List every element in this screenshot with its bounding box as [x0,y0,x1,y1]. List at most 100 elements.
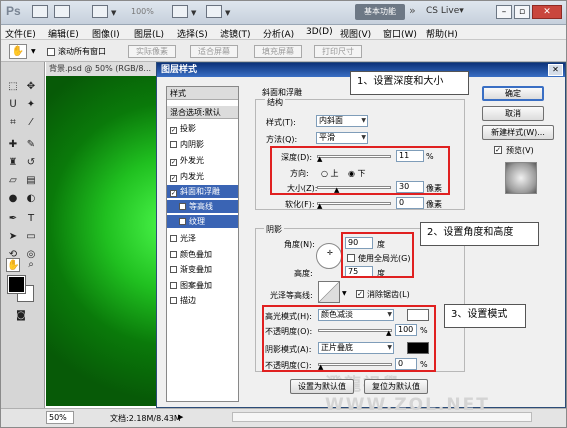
restore-icon[interactable]: ▫ [514,5,530,19]
expand-icon[interactable]: » [409,4,416,17]
soften-label: 软化(F): [285,200,315,209]
chevron-down-icon[interactable]: ▼ [225,9,230,17]
blur-tool-icon[interactable]: ● [6,192,20,206]
menu-help[interactable]: 帮助(H) [426,27,458,40]
styles-header[interactable]: 样式 [167,87,238,100]
style-item-drop-shadow[interactable]: ✓ 投影 [167,122,238,135]
fill-screen-button[interactable]: 填充屏幕 [254,45,302,58]
crop-tool-icon[interactable]: ⌗ [6,116,20,130]
hand-tool-icon[interactable]: ✋ [6,258,20,272]
menu-layer[interactable]: 图层(L) [134,27,164,40]
style-item-gradient-overlay[interactable]: 渐变叠加 [167,263,238,276]
style-item-pattern-overlay[interactable]: 图案叠加 [167,279,238,292]
clone-stamp-icon[interactable]: ♜ [6,156,20,170]
technique-label: 方法(Q): [266,135,298,144]
minibridge-icon[interactable] [54,5,70,18]
menu-file[interactable]: 文件(E) [5,27,36,40]
print-size-button[interactable]: 打印尺寸 [314,45,362,58]
style-preview-thumbnail [505,162,537,194]
callout-modes: 3、设置模式 [444,304,526,328]
reset-default-button[interactable]: 复位为默认值 [364,379,428,394]
minimize-icon[interactable]: – [496,5,512,19]
style-item-inner-shadow[interactable]: 内阴影 [167,138,238,151]
style-item-inner-glow[interactable]: ✓ 内发光 [167,170,238,183]
bevel-style-select[interactable]: 内斜面 [316,115,368,127]
eraser-icon[interactable]: ▱ [6,174,20,188]
technique-select[interactable]: 平滑 [316,132,368,144]
brush-tool-icon[interactable]: ✎ [24,138,38,152]
actual-pixels-button[interactable]: 实际像素 [128,45,176,58]
shading-label: 阴影 [264,224,284,235]
style-item-outer-glow[interactable]: ✓ 外发光 [167,154,238,167]
chevron-right-icon[interactable]: ▶ [178,413,183,421]
chevron-down-icon[interactable]: ▼ [191,9,196,17]
workspace-button[interactable]: 基本功能 [355,4,405,20]
document-info: 文档:2.18M/8.43M [110,414,181,423]
view-extras-icon[interactable] [92,5,108,18]
eyedropper-icon[interactable]: ⁄ [24,116,38,130]
angle-dial-marker-icon: ✛ [327,249,333,257]
screen-mode-icon[interactable] [206,5,222,18]
cancel-button[interactable]: 取消 [482,106,544,121]
chevron-down-icon[interactable]: ▼ [31,48,36,55]
hand-tool-icon[interactable]: ✋ [9,44,27,59]
healing-brush-icon[interactable]: ✚ [6,138,20,152]
type-tool-icon[interactable]: T [24,212,38,226]
gradient-icon[interactable]: ▤ [24,174,38,188]
style-item-stroke[interactable]: 描边 [167,294,238,307]
menu-edit[interactable]: 编辑(E) [48,27,79,40]
soften-slider[interactable] [317,202,391,205]
bridge-icon[interactable] [32,5,48,18]
cslive-button[interactable]: CS Live▾ [426,6,464,16]
menu-window[interactable]: 窗口(W) [383,27,417,40]
style-item-color-overlay[interactable]: 颜色叠加 [167,248,238,261]
dodge-tool-icon[interactable]: ◐ [24,192,38,206]
document-tab[interactable]: 背景.psd @ 50% (RGB/8... [46,62,156,76]
style-item-contour[interactable]: 等高线 [167,200,238,213]
preview-checkbox[interactable]: ✓ [494,146,502,154]
highlight-box-angle-altitude [341,232,414,278]
chevron-down-icon[interactable]: ▼ [111,9,116,17]
document-canvas[interactable] [46,76,160,406]
scroll-all-checkbox[interactable] [47,48,55,56]
soften-slider-thumb[interactable]: ▲ [317,202,323,210]
chevron-down-icon[interactable]: ▼ [342,290,347,297]
menu-analysis[interactable]: 分析(A) [263,27,294,40]
path-select-icon[interactable]: ➤ [6,230,20,244]
blend-options-item[interactable]: 混合选项:默认 [167,106,238,119]
style-item-bevel-emboss[interactable]: ✓ 斜面和浮雕 [167,185,238,198]
soften-input[interactable]: 0 [396,197,424,209]
antialias-checkbox[interactable]: ✓ [356,290,364,298]
gloss-contour-swatch[interactable] [318,281,340,303]
menu-select[interactable]: 选择(S) [177,27,208,40]
magic-wand-icon[interactable]: ✦ [24,98,38,112]
lasso-tool-icon[interactable]: ᑌ [6,98,20,112]
pen-tool-icon[interactable]: ✒ [6,212,20,226]
menu-filter[interactable]: 滤镜(T) [220,27,251,40]
zoom-field[interactable]: 50% [46,411,74,424]
style-item-satin[interactable]: 光泽 [167,232,238,245]
history-brush-icon[interactable]: ↺ [24,156,38,170]
gloss-contour-label: 光泽等高线: [270,291,313,300]
callout-depth-size: 1、设置深度和大小 [350,71,469,95]
menu-image[interactable]: 图像(I) [92,27,120,40]
fit-screen-button[interactable]: 适合屏幕 [190,45,238,58]
new-style-button[interactable]: 新建样式(W)... [482,125,554,140]
zoom-tool-icon[interactable]: ⌕ [24,258,38,272]
move-tool-icon[interactable]: ✥ [24,80,38,94]
arrange-docs-icon[interactable] [172,5,188,18]
ok-button[interactable]: 确定 [482,86,544,101]
close-icon[interactable]: ✕ [532,5,562,19]
close-icon[interactable]: ✕ [548,64,563,76]
make-default-button[interactable]: 设置为默认值 [290,379,354,394]
menu-3d[interactable]: 3D(D) [306,27,333,37]
menu-view[interactable]: 视图(V) [340,27,371,40]
foreground-color-swatch[interactable] [7,275,26,294]
style-item-texture[interactable]: 纹理 [167,215,238,228]
quick-mask-icon[interactable]: ◙ [14,309,28,323]
zoom-level[interactable]: 100% [131,7,154,16]
ps-logo: Ps [6,4,21,18]
marquee-tool-icon[interactable]: ⬚ [6,80,20,94]
structure-label: 结构 [265,97,285,108]
shape-tool-icon[interactable]: ▭ [24,230,38,244]
